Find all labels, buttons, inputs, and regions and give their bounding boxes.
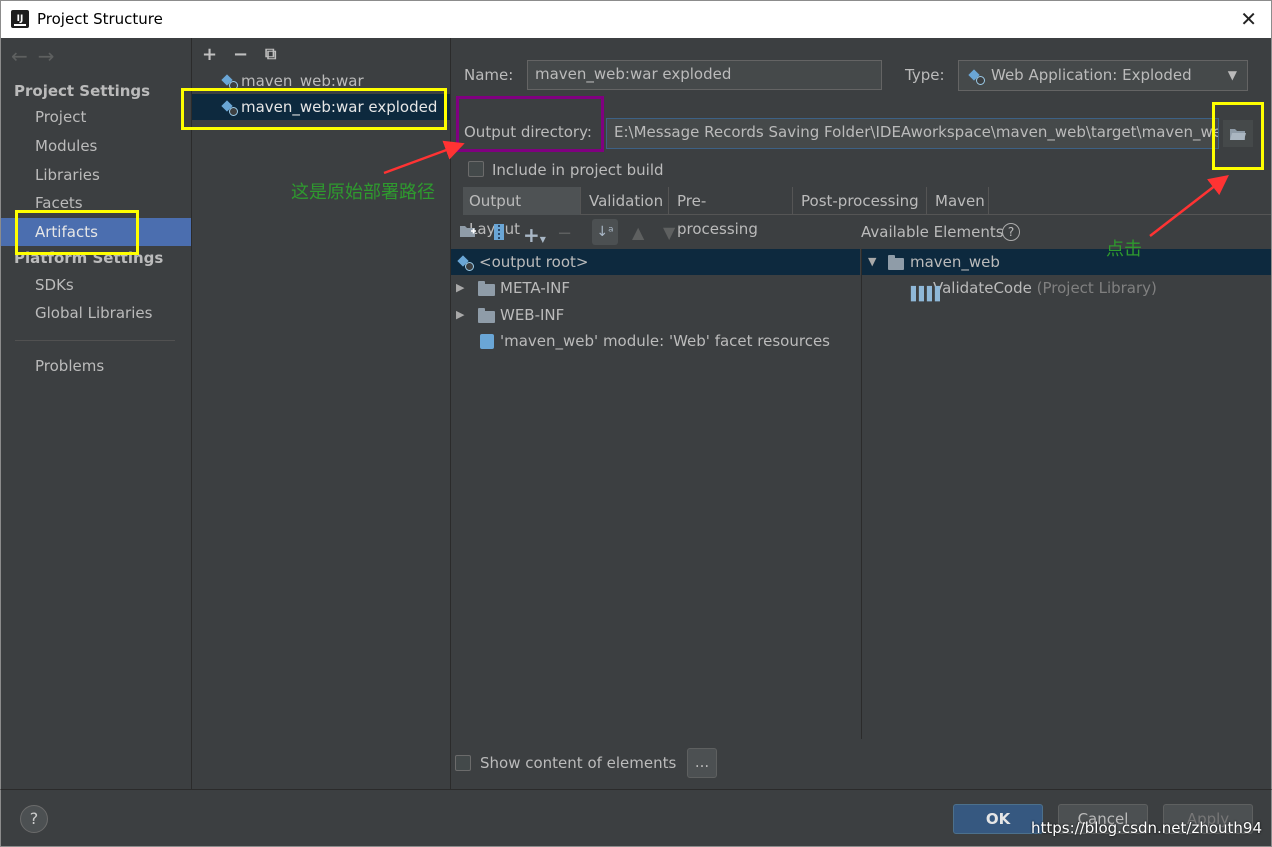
arrow-to-output-directory <box>383 140 465 175</box>
annotation-original-path: 这是原始部署路径 <box>291 182 435 203</box>
arrow-to-browse-button <box>1149 174 1229 237</box>
watermark: https://blog.csdn.net/zhouth94 <box>1031 819 1262 837</box>
annotation-click: 点击 <box>1106 239 1142 260</box>
annotation-arrows <box>383 140 1229 237</box>
